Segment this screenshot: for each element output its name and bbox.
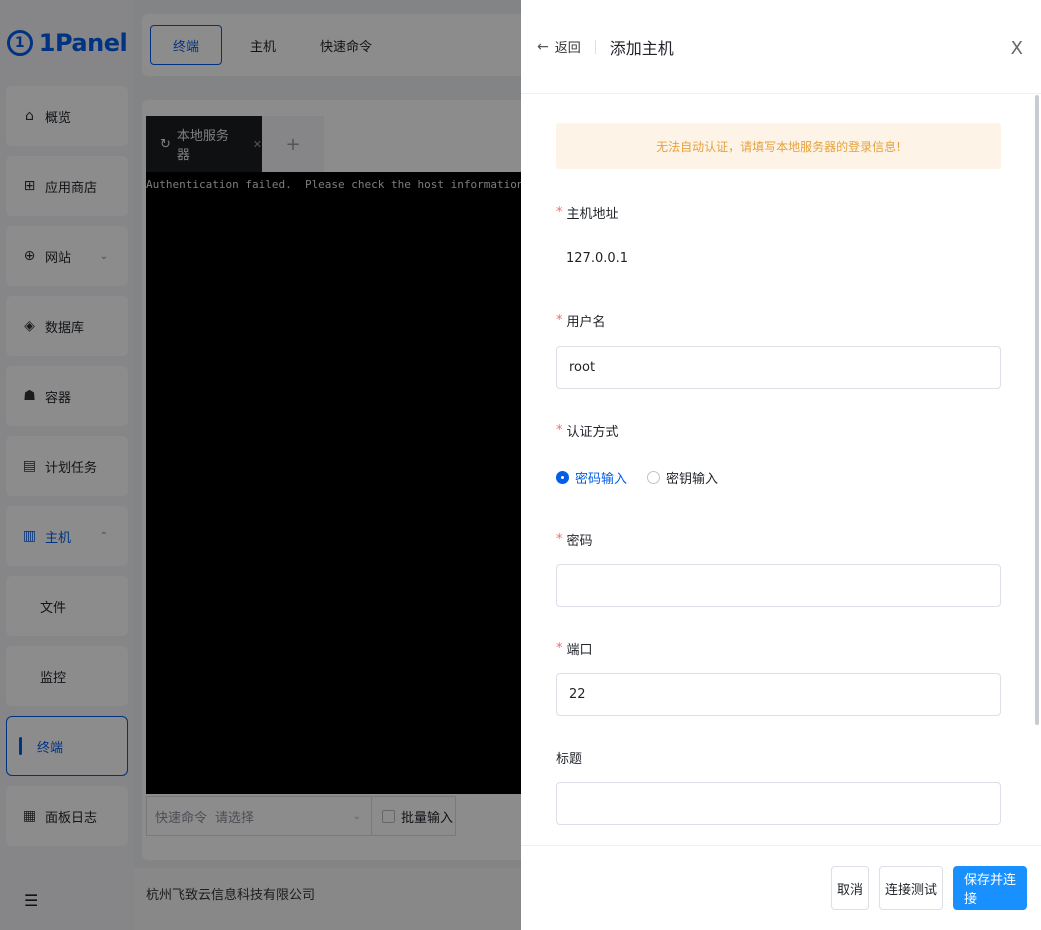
radio-key[interactable]: 密钥输入 — [647, 468, 718, 487]
required-mark: * — [556, 313, 563, 328]
port-input[interactable]: 22 — [556, 673, 1001, 716]
drawer-title: 添加主机 — [609, 38, 674, 58]
drawer-header: ← 返回 添加主机 X — [521, 0, 1041, 94]
title-field: 标题 — [556, 748, 1001, 767]
radio-group: 密码输入 密钥输入 — [556, 468, 1001, 487]
add-host-drawer: ← 返回 添加主机 X 无法自动认证，请填写本地服务器的登录信息! * 主机地址… — [521, 0, 1041, 930]
port-label-text: 端口 — [566, 643, 593, 658]
title-input-wrap — [556, 782, 1001, 825]
host-field: * 主机地址 — [556, 203, 1001, 222]
auth-method-label: * 认证方式 — [556, 421, 1001, 440]
modal-overlay[interactable] — [0, 0, 521, 930]
password-label-text: 密码 — [566, 534, 593, 549]
divider — [594, 39, 596, 54]
scrollbar[interactable] — [1035, 95, 1039, 725]
radio-checked-icon — [556, 471, 569, 484]
password-input-wrap — [556, 564, 1001, 607]
username-field: * 用户名 — [556, 311, 1001, 330]
title-label-text: 标题 — [556, 752, 583, 767]
password-input[interactable] — [556, 564, 1001, 607]
arrow-left-icon: ← — [537, 38, 549, 55]
title-label: 标题 — [556, 748, 1001, 767]
warning-alert: 无法自动认证，请填写本地服务器的登录信息! — [556, 123, 1001, 169]
drawer-form: 无法自动认证，请填写本地服务器的登录信息! * 主机地址 127.0.0.1 *… — [521, 95, 1041, 845]
connection-test-button[interactable]: 连接测试 — [879, 866, 943, 910]
password-field: * 密码 — [556, 530, 1001, 549]
title-input[interactable] — [556, 782, 1001, 825]
radio-password[interactable]: 密码输入 — [556, 468, 627, 487]
password-label: * 密码 — [556, 530, 1001, 549]
port-field: * 端口 — [556, 639, 1001, 658]
cancel-button[interactable]: 取消 — [831, 866, 869, 910]
username-label: * 用户名 — [556, 311, 1001, 330]
required-mark: * — [556, 423, 563, 438]
close-icon[interactable]: X — [1011, 38, 1023, 59]
required-mark: * — [556, 532, 563, 547]
required-mark: * — [556, 205, 563, 220]
port-input-wrap: 22 — [556, 673, 1001, 716]
host-address-value: 127.0.0.1 — [566, 251, 629, 266]
port-label: * 端口 — [556, 639, 1001, 658]
back-label: 返回 — [554, 41, 581, 56]
auth-method-radios: 密码输入 密钥输入 — [556, 468, 1001, 487]
radio-unchecked-icon — [647, 471, 661, 484]
auth-method-field: * 认证方式 — [556, 421, 1001, 440]
username-label-text: 用户名 — [566, 315, 606, 330]
radio-password-label: 密码输入 — [575, 472, 628, 487]
username-input-wrap: root — [556, 346, 1001, 389]
save-and-connect-button[interactable]: 保存并连接 — [953, 866, 1027, 910]
required-mark: * — [556, 641, 563, 656]
host-value: 127.0.0.1 — [566, 251, 1011, 266]
auth-method-label-text: 认证方式 — [566, 425, 619, 440]
drawer-footer: 取消 连接测试 保存并连接 — [521, 845, 1041, 930]
username-input[interactable]: root — [556, 346, 1001, 389]
radio-key-label: 密钥输入 — [666, 472, 719, 487]
host-label: * 主机地址 — [556, 203, 1001, 222]
back-button[interactable]: ← 返回 — [537, 37, 581, 57]
host-label-text: 主机地址 — [566, 207, 619, 222]
